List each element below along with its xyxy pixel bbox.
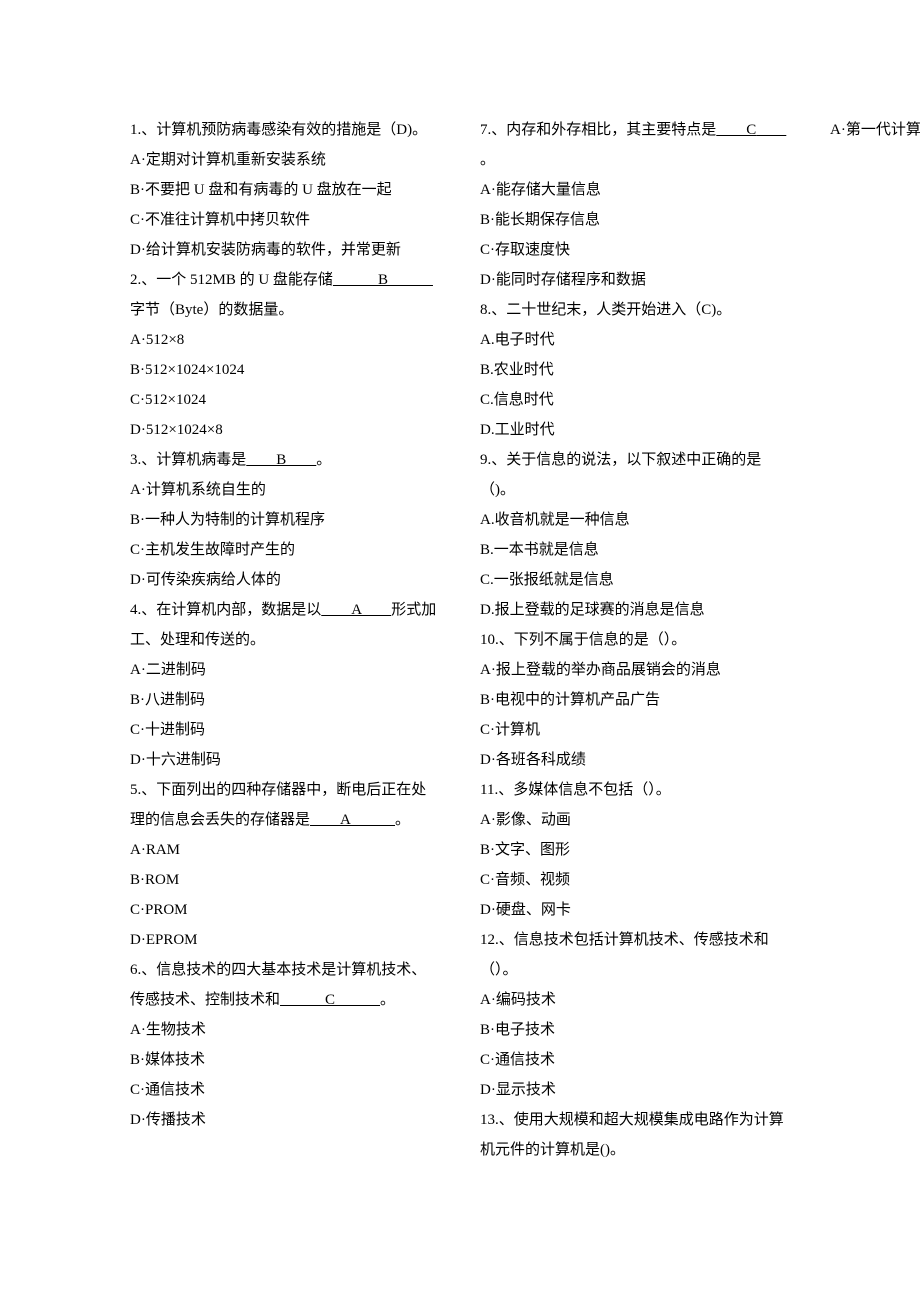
text-line: B.一本书就是信息 <box>480 535 790 565</box>
text-line: B·能长期保存信息 <box>480 205 790 235</box>
text-line: C.信息时代 <box>480 385 790 415</box>
text-line: B·电视中的计算机产品广告 <box>480 685 790 715</box>
text-line: A·计算机系统自生的 <box>130 475 440 505</box>
text-line: B·八进制码 <box>130 685 440 715</box>
text-line: 5.、下面列出的四种存储器中，断电后正在处理的信息会丢失的存储器是 A 。 <box>130 775 440 835</box>
text-line: A·影像、动画 <box>480 805 790 835</box>
text-line: D·传播技术 <box>130 1105 440 1135</box>
text-line: 9.、关于信息的说法，以下叙述中正确的是（)。 <box>480 445 790 505</box>
text-line: D·硬盘、网卡 <box>480 895 790 925</box>
text-line: A·RAM <box>130 835 440 865</box>
text-line: A·报上登载的举办商品展销会的消息 <box>480 655 790 685</box>
text-line: A·生物技术 <box>130 1015 440 1045</box>
text-line: A·能存储大量信息 <box>480 175 790 205</box>
text-line: C·主机发生故障时产生的 <box>130 535 440 565</box>
text-line: 3.、计算机病毒是 B 。 <box>130 445 440 475</box>
text-line: 12.、信息技术包括计算机技术、传感技术和（）。 <box>480 925 790 985</box>
text-line: 7.、内存和外存相比，其主要特点是 C 。 <box>480 115 790 175</box>
text-line: C·存取速度快 <box>480 235 790 265</box>
text-line: 11.、多媒体信息不包括（）。 <box>480 775 790 805</box>
text-line: B·ROM <box>130 865 440 895</box>
text-line: A·二进制码 <box>130 655 440 685</box>
text-line: A.电子时代 <box>480 325 790 355</box>
text-line: D·EPROM <box>130 925 440 955</box>
text-line: B·512×1024×1024 <box>130 355 440 385</box>
text-line: A.收音机就是一种信息 <box>480 505 790 535</box>
text-line: D·能同时存储程序和数据 <box>480 265 790 295</box>
text-line: C·十进制码 <box>130 715 440 745</box>
text-line: C·计算机 <box>480 715 790 745</box>
document-page: 1.、计算机预防病毒感染有效的措施是（D)。A·定期对计算机重新安装系统B·不要… <box>0 0 920 1285</box>
text-line: B·不要把 U 盘和有病毒的 U 盘放在一起 <box>130 175 440 205</box>
text-line: B·一种人为特制的计算机程序 <box>130 505 440 535</box>
text-line: A·第一代计算机 <box>830 115 920 145</box>
text-line: A·512×8 <box>130 325 440 355</box>
text-line: D·可传染疾病给人体的 <box>130 565 440 595</box>
text-line: C·512×1024 <box>130 385 440 415</box>
text-line: D·各班各科成绩 <box>480 745 790 775</box>
text-line: B.农业时代 <box>480 355 790 385</box>
text-line: A·编码技术 <box>480 985 790 1015</box>
text-line: 4.、在计算机内部，数据是以 A 形式加工、处理和传送的。 <box>130 595 440 655</box>
text-line: 6.、信息技术的四大基本技术是计算机技术、传感技术、控制技术和 C 。 <box>130 955 440 1015</box>
text-line: A·定期对计算机重新安装系统 <box>130 145 440 175</box>
text-line: D·512×1024×8 <box>130 415 440 445</box>
text-line: D·给计算机安装防病毒的软件，并常更新 <box>130 235 440 265</box>
text-line: D.工业时代 <box>480 415 790 445</box>
text-line: 13.、使用大规模和超大规模集成电路作为计算机元件的计算机是()。 <box>480 1105 790 1165</box>
text-line: B·媒体技术 <box>130 1045 440 1075</box>
text-line: 2.、一个 512MB 的 U 盘能存储 B 字节（Byte）的数据量。 <box>130 265 440 325</box>
text-line: D·显示技术 <box>480 1075 790 1105</box>
text-line: C·通信技术 <box>130 1075 440 1105</box>
text-line: 8.、二十世纪末，人类开始进入（C)。 <box>480 295 790 325</box>
text-line: C.一张报纸就是信息 <box>480 565 790 595</box>
text-line: B·电子技术 <box>480 1015 790 1045</box>
text-line: C·不准往计算机中拷贝软件 <box>130 205 440 235</box>
text-line: 1.、计算机预防病毒感染有效的措施是（D)。 <box>130 115 440 145</box>
text-line: C·通信技术 <box>480 1045 790 1075</box>
text-line: B·文字、图形 <box>480 835 790 865</box>
text-line: D.报上登载的足球赛的消息是信息 <box>480 595 790 625</box>
text-line: 10.、下列不属于信息的是（）。 <box>480 625 790 655</box>
text-line: C·PROM <box>130 895 440 925</box>
text-line: D·十六进制码 <box>130 745 440 775</box>
text-line: C·音频、视频 <box>480 865 790 895</box>
